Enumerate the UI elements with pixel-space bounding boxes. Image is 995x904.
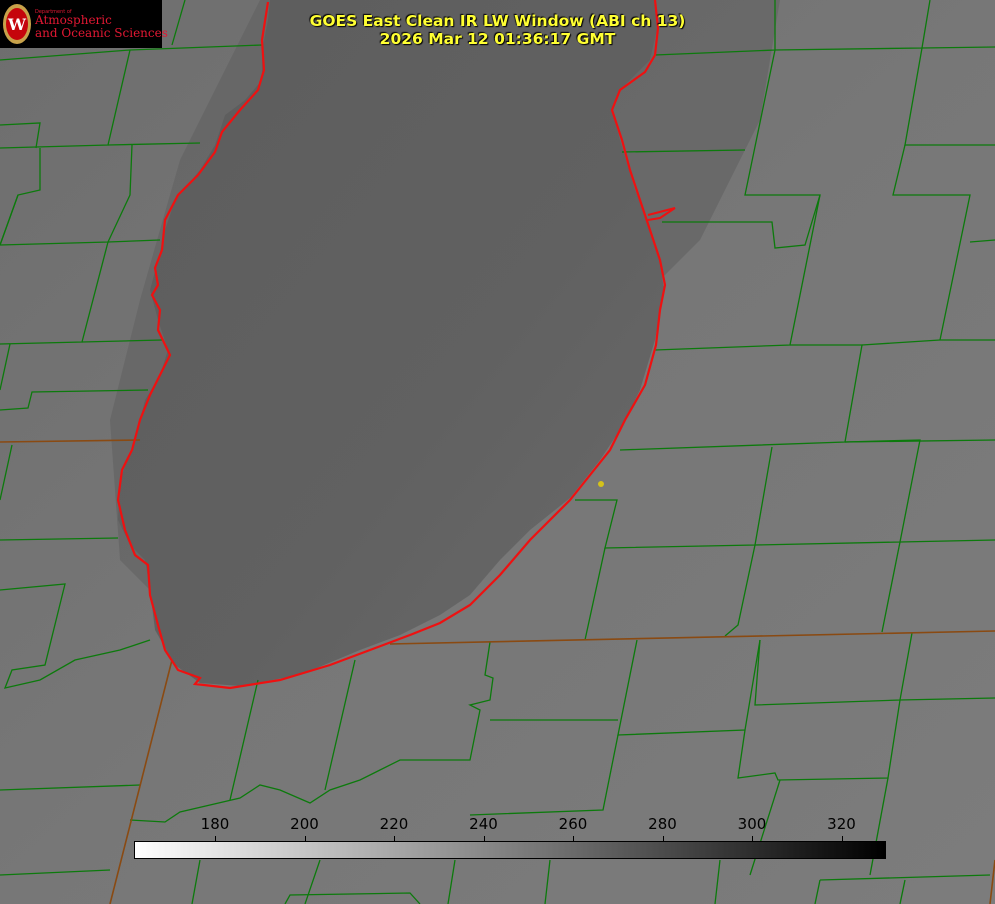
- colorbar-tick-label: 240: [469, 815, 498, 833]
- colorbar-tick-label: 220: [379, 815, 409, 833]
- colorbar-tick-label: 320: [827, 815, 856, 833]
- temperature-colorbar: [134, 841, 886, 859]
- location-marker: [598, 481, 604, 487]
- satellite-map: [0, 0, 995, 904]
- colorbar-tick-label: 260: [558, 815, 588, 833]
- colorbar-tick-label: 200: [290, 815, 319, 833]
- colorbar-tick-label: 300: [737, 815, 767, 833]
- colorbar-tick-label: 280: [648, 815, 677, 833]
- title-line-1: GOES East Clean IR LW Window (ABI ch 13): [309, 12, 686, 30]
- colorbar-tick-label: 180: [200, 815, 230, 833]
- image-title: GOES East Clean IR LW Window (ABI ch 13)…: [0, 12, 995, 48]
- title-line-2: 2026 Mar 12 01:36:17 GMT: [379, 30, 616, 48]
